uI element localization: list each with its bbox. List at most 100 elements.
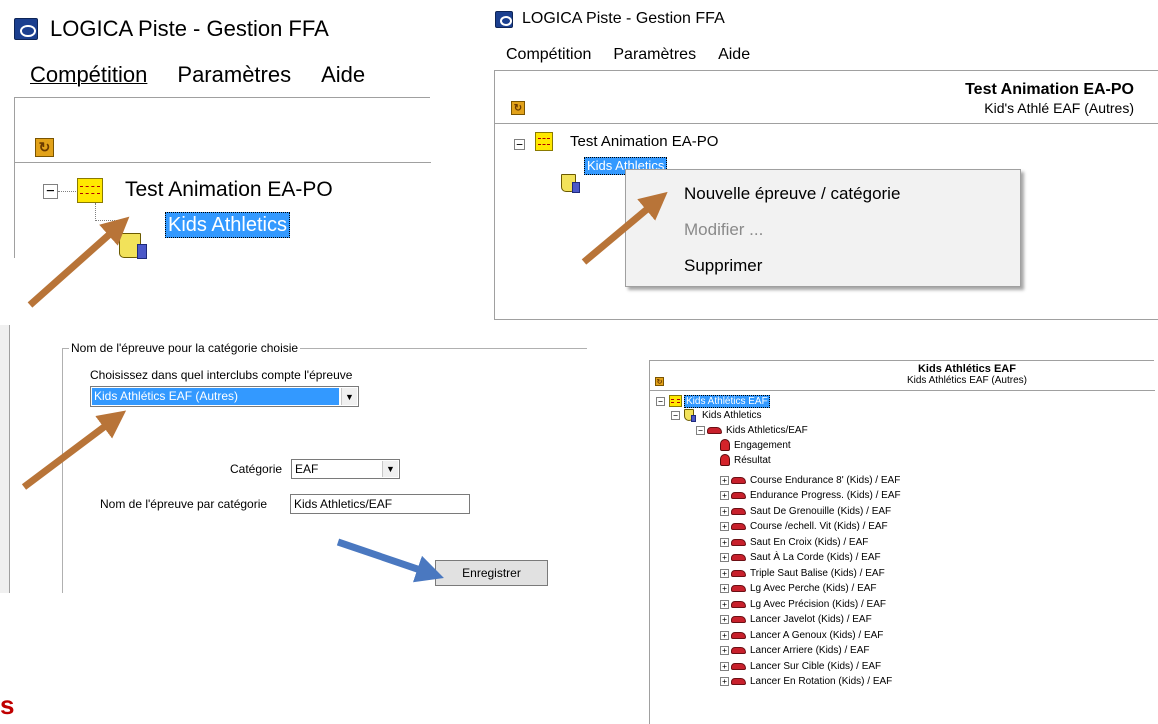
app-logo-icon	[495, 10, 513, 28]
context-menu-new[interactable]: Nouvelle épreuve / catégorie	[684, 184, 900, 204]
event-row[interactable]: + Lg Avec Perche (Kids) / EAF	[720, 582, 877, 596]
menu-parametres[interactable]: Paramètres	[177, 62, 291, 88]
expand-icon[interactable]: +	[720, 615, 729, 624]
menu-bar: Compétition Paramètres Aide	[30, 62, 365, 88]
event-row[interactable]: + Course Endurance 8' (Kids) / EAF	[720, 473, 900, 487]
save-button[interactable]: Enregistrer	[435, 560, 548, 586]
title-bar: LOGICA Piste - Gestion FFA	[14, 16, 329, 42]
interclubs-label: Choisissez dans quel interclubs compte l…	[90, 368, 353, 382]
spike-shoe-icon	[731, 569, 746, 577]
collapse-icon[interactable]: −	[656, 396, 665, 406]
expand-icon[interactable]: +	[720, 522, 729, 531]
expand-icon[interactable]: +	[720, 537, 729, 547]
context-menu: Nouvelle épreuve / catégorie Modifier ..…	[625, 169, 1021, 287]
event-row[interactable]: + Lancer Sur Cible (Kids) / EAF	[720, 659, 881, 673]
spike-shoe-icon	[731, 507, 746, 515]
menu-parametres[interactable]: Paramètres	[613, 46, 696, 64]
event-row[interactable]: + Lancer Arriere (Kids) / EAF	[720, 644, 869, 658]
spike-shoe-icon	[731, 492, 746, 499]
competition-folder-icon	[77, 178, 103, 203]
collapse-icon[interactable]: −	[514, 139, 525, 150]
event-cup-icon	[119, 233, 147, 259]
result-header: Kids Athlétics EAF Kids Athlétics EAF (A…	[907, 363, 1027, 387]
event-row[interactable]: + Lancer Javelot (Kids) / EAF	[720, 613, 872, 627]
event-row[interactable]: + Course /echell. Vit (Kids) / EAF	[720, 520, 888, 534]
event-label: Triple Saut Balise (Kids) / EAF	[750, 567, 885, 579]
spike-shoe-icon	[731, 585, 746, 592]
event-cup-icon	[561, 174, 580, 193]
chevron-down-icon[interactable]: ▼	[382, 461, 398, 477]
expand-icon[interactable]: +	[720, 568, 729, 578]
menu-competition[interactable]: Compétition	[506, 46, 591, 64]
event-label: Lancer En Rotation (Kids) / EAF	[750, 676, 893, 687]
refresh-icon[interactable]: ↻	[655, 377, 664, 386]
chevron-down-icon[interactable]: ▼	[341, 388, 357, 405]
refresh-icon[interactable]: ↻	[511, 101, 525, 115]
event-label: Lg Avec Perche (Kids) / EAF	[750, 583, 877, 594]
spike-shoe-icon	[731, 678, 746, 685]
expand-icon[interactable]: +	[720, 475, 729, 485]
result-child-label[interactable]: Kids Athletics	[702, 410, 761, 421]
collapse-icon[interactable]: −	[696, 425, 705, 435]
competition-folder-icon	[535, 132, 553, 151]
event-name-input[interactable]	[290, 494, 470, 514]
title-bar: LOGICA Piste - Gestion FFA	[495, 10, 725, 28]
event-label: Endurance Progress. (Kids) / EAF	[750, 490, 901, 501]
spike-shoe-icon	[731, 538, 746, 546]
spike-shoe-icon	[731, 600, 746, 608]
expand-icon[interactable]: +	[720, 506, 729, 516]
engagement-label[interactable]: Engagement	[734, 440, 791, 451]
expand-icon[interactable]: +	[720, 661, 729, 671]
tree-panel: ↻ − Test Animation EA-PO Kids Athletics	[14, 97, 431, 259]
event-row[interactable]: + Saut De Grenouille (Kids) / EAF	[720, 504, 891, 518]
resultat-icon	[720, 454, 730, 466]
panel-1: LOGICA Piste - Gestion FFA Compétition P…	[0, 0, 431, 259]
event-row[interactable]: + Saut En Croix (Kids) / EAF	[720, 535, 868, 549]
result-group-label[interactable]: Kids Athletics/EAF	[726, 425, 808, 436]
tree-root-label[interactable]: Test Animation EA-PO	[570, 133, 718, 150]
collapse-icon[interactable]: −	[43, 184, 58, 199]
menu-aide[interactable]: Aide	[718, 46, 750, 64]
event-row[interactable]: + Lancer En Rotation (Kids) / EAF	[720, 675, 892, 689]
spike-shoe-icon	[731, 523, 746, 530]
event-label: Course /echell. Vit (Kids) / EAF	[750, 521, 888, 532]
expand-icon[interactable]: +	[720, 677, 729, 686]
event-label: Saut À La Corde (Kids) / EAF	[750, 552, 881, 563]
expand-icon[interactable]: +	[720, 584, 729, 593]
spike-shoe-icon	[731, 631, 746, 639]
expand-icon[interactable]: +	[720, 630, 729, 640]
menu-competition[interactable]: Compétition	[30, 62, 147, 88]
resultat-label[interactable]: Résultat	[734, 455, 771, 466]
interclubs-select[interactable]: Kids Athlétics EAF (Autres) ▼	[90, 386, 359, 407]
expand-icon[interactable]: +	[720, 491, 729, 500]
expand-icon[interactable]: +	[720, 553, 729, 562]
engagement-icon	[720, 439, 730, 451]
event-row[interactable]: + Lg Avec Précision (Kids) / EAF	[720, 597, 886, 611]
spike-shoe-icon	[731, 616, 746, 623]
result-root-label[interactable]: Kids Athlétics EAF	[684, 394, 770, 408]
event-label: Lancer A Genoux (Kids) / EAF	[750, 629, 884, 641]
groupbox-legend: Nom de l'épreuve pour la catégorie chois…	[69, 341, 301, 355]
spike-shoe-icon	[731, 554, 746, 561]
event-row[interactable]: + Lancer A Genoux (Kids) / EAF	[720, 628, 883, 642]
tree-child-label[interactable]: Kids Athletics	[165, 212, 290, 238]
expand-icon[interactable]: +	[720, 646, 729, 655]
event-row[interactable]: + Saut À La Corde (Kids) / EAF	[720, 551, 881, 565]
event-label: Lancer Sur Cible (Kids) / EAF	[750, 660, 882, 672]
app-logo-icon	[14, 18, 38, 40]
context-menu-modify[interactable]: Modifier ...	[684, 220, 763, 240]
category-select[interactable]: EAF ▼	[291, 459, 400, 479]
result-title: Kids Athlétics EAF	[917, 363, 1016, 375]
spike-shoe-icon	[731, 662, 746, 670]
event-row[interactable]: + Triple Saut Balise (Kids) / EAF	[720, 566, 885, 580]
context-menu-delete[interactable]: Supprimer	[684, 256, 762, 276]
refresh-icon[interactable]: ↻	[35, 138, 54, 157]
event-row[interactable]: + Endurance Progress. (Kids) / EAF	[720, 489, 901, 503]
tree-root-label[interactable]: Test Animation EA-PO	[125, 178, 333, 202]
panel-4: Kids Athlétics EAF Kids Athlétics EAF (A…	[649, 360, 1155, 724]
expand-icon[interactable]: +	[720, 599, 729, 609]
event-name-label: Nom de l'épreuve par catégorie	[100, 497, 268, 511]
collapse-icon[interactable]: −	[671, 410, 680, 420]
tree-panel: Test Animation EA-PO Kid's Athlé EAF (Au…	[494, 70, 1158, 320]
menu-aide[interactable]: Aide	[321, 62, 365, 88]
